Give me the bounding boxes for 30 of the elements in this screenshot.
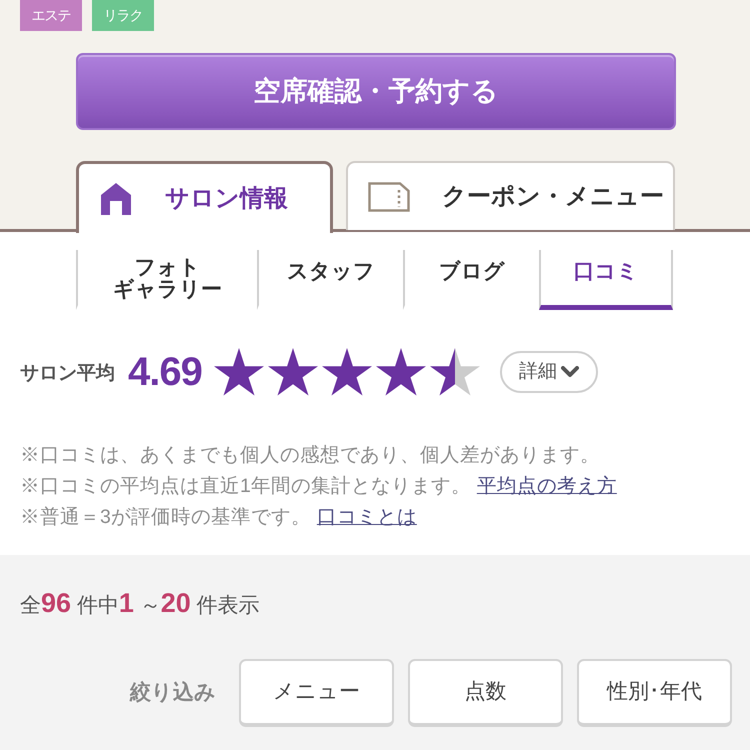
ticket-icon — [368, 182, 410, 212]
category-tag: エステ — [20, 0, 82, 31]
sub-tab[interactable]: フォト ギャラリー — [76, 250, 257, 310]
star-icon — [268, 348, 318, 396]
star-icon — [376, 348, 426, 396]
note-text: ※口コミは、あくまでも個人の感想であり、個人差があります。 — [20, 444, 600, 466]
details-button[interactable]: 詳細 — [500, 351, 598, 393]
tab[interactable]: サロン情報 — [76, 161, 333, 233]
sub-tab[interactable]: ブログ — [403, 250, 539, 310]
tab[interactable]: クーポン・メニュー — [346, 161, 675, 230]
star-icon — [214, 348, 264, 396]
filter-label: 絞り込み — [130, 680, 217, 706]
link[interactable]: 平均点の考え方 — [476, 475, 617, 497]
result-count-text: 全96 件中1 ～20 件表示 — [20, 587, 260, 620]
average-label: サロン平均 — [20, 362, 115, 386]
note-text: ※普通＝3が評価時の基準です。 — [20, 506, 311, 528]
filter-button[interactable]: 点数 — [408, 659, 563, 727]
filter-button[interactable]: 性別･年代 — [577, 659, 732, 727]
filter-button[interactable]: メニュー — [239, 659, 394, 727]
star-icon — [322, 348, 372, 396]
house-icon — [101, 182, 131, 214]
note-text: ※口コミの平均点は直近1年間の集計となります。 — [20, 475, 471, 497]
star-icon — [430, 348, 480, 396]
average-score: 4.69 — [128, 349, 202, 396]
category-tag: リラク — [92, 0, 154, 31]
sub-tab[interactable]: スタッフ — [257, 250, 403, 310]
link[interactable]: 口コミとは — [316, 506, 417, 528]
sub-tab[interactable]: 口コミ — [539, 250, 673, 310]
chevron-down-icon — [560, 366, 579, 378]
reserve-button[interactable]: 空席確認・予約する — [76, 53, 676, 130]
